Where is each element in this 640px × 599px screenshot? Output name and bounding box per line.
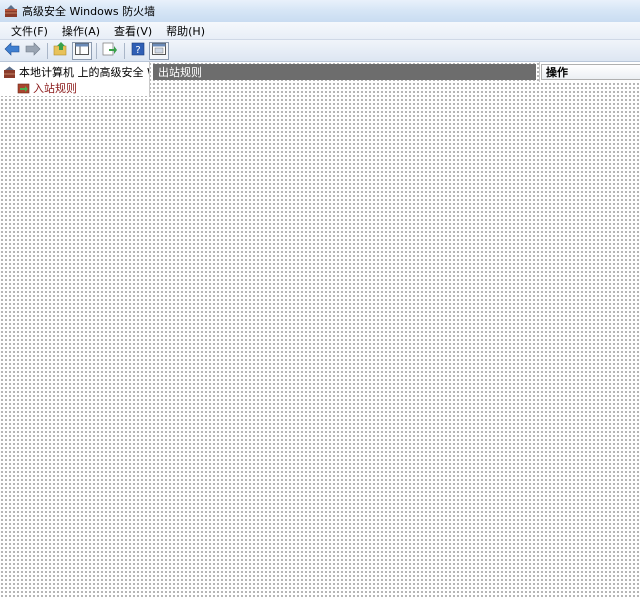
toolbar: ? [0,40,640,62]
tree-root-label: 本地计算机 上的高级安全 Windows 防火墙 [19,66,149,79]
firewall-icon [3,66,16,79]
firewall-icon [4,4,18,18]
menu-help[interactable]: 帮助(H) [159,23,212,39]
properties-button[interactable] [149,41,169,60]
show-hide-tree-icon [75,43,89,58]
menu-action[interactable]: 操作(A) [55,23,107,39]
window-title: 高级安全 Windows 防火墙 [22,5,156,18]
toolbar-separator [124,42,125,59]
help-icon: ? [131,42,145,59]
menu-file[interactable]: 文件(F) [4,23,55,39]
main-area: 本地计算机 上的高级安全 Windows 防火墙 入站规则 出站规则 操作 [0,62,640,599]
tree-root-node[interactable]: 本地计算机 上的高级安全 Windows 防火墙 [0,64,149,80]
export-list-icon [102,42,118,59]
actions-header: 操作 [541,64,640,80]
show-hide-tree-button[interactable] [72,41,92,60]
export-list-button[interactable] [100,42,120,60]
navigation-tree: 本地计算机 上的高级安全 Windows 防火墙 入站规则 [0,62,150,96]
menu-view[interactable]: 查看(V) [107,23,159,39]
tree-item-label: 入站规则 [33,81,77,96]
title-bar: 高级安全 Windows 防火墙 [0,0,640,22]
back-arrow-icon [4,42,20,59]
forward-arrow-icon [25,42,41,59]
tree-item-inbound-rules[interactable]: 入站规则 [0,80,149,96]
help-button[interactable]: ? [128,42,148,60]
toolbar-separator [47,42,48,59]
toolbar-separator [96,42,97,59]
properties-icon [152,43,166,58]
back-button[interactable] [2,42,22,60]
forward-button[interactable] [23,42,43,60]
inbound-rules-icon [17,82,30,95]
center-pane-header: 出站规则 [153,64,536,80]
svg-text:?: ? [135,45,140,56]
up-folder-icon [53,42,69,59]
actions-pane: 操作 [539,62,640,82]
up-button[interactable] [51,42,71,60]
menu-bar: 文件(F) 操作(A) 查看(V) 帮助(H) [0,22,640,40]
